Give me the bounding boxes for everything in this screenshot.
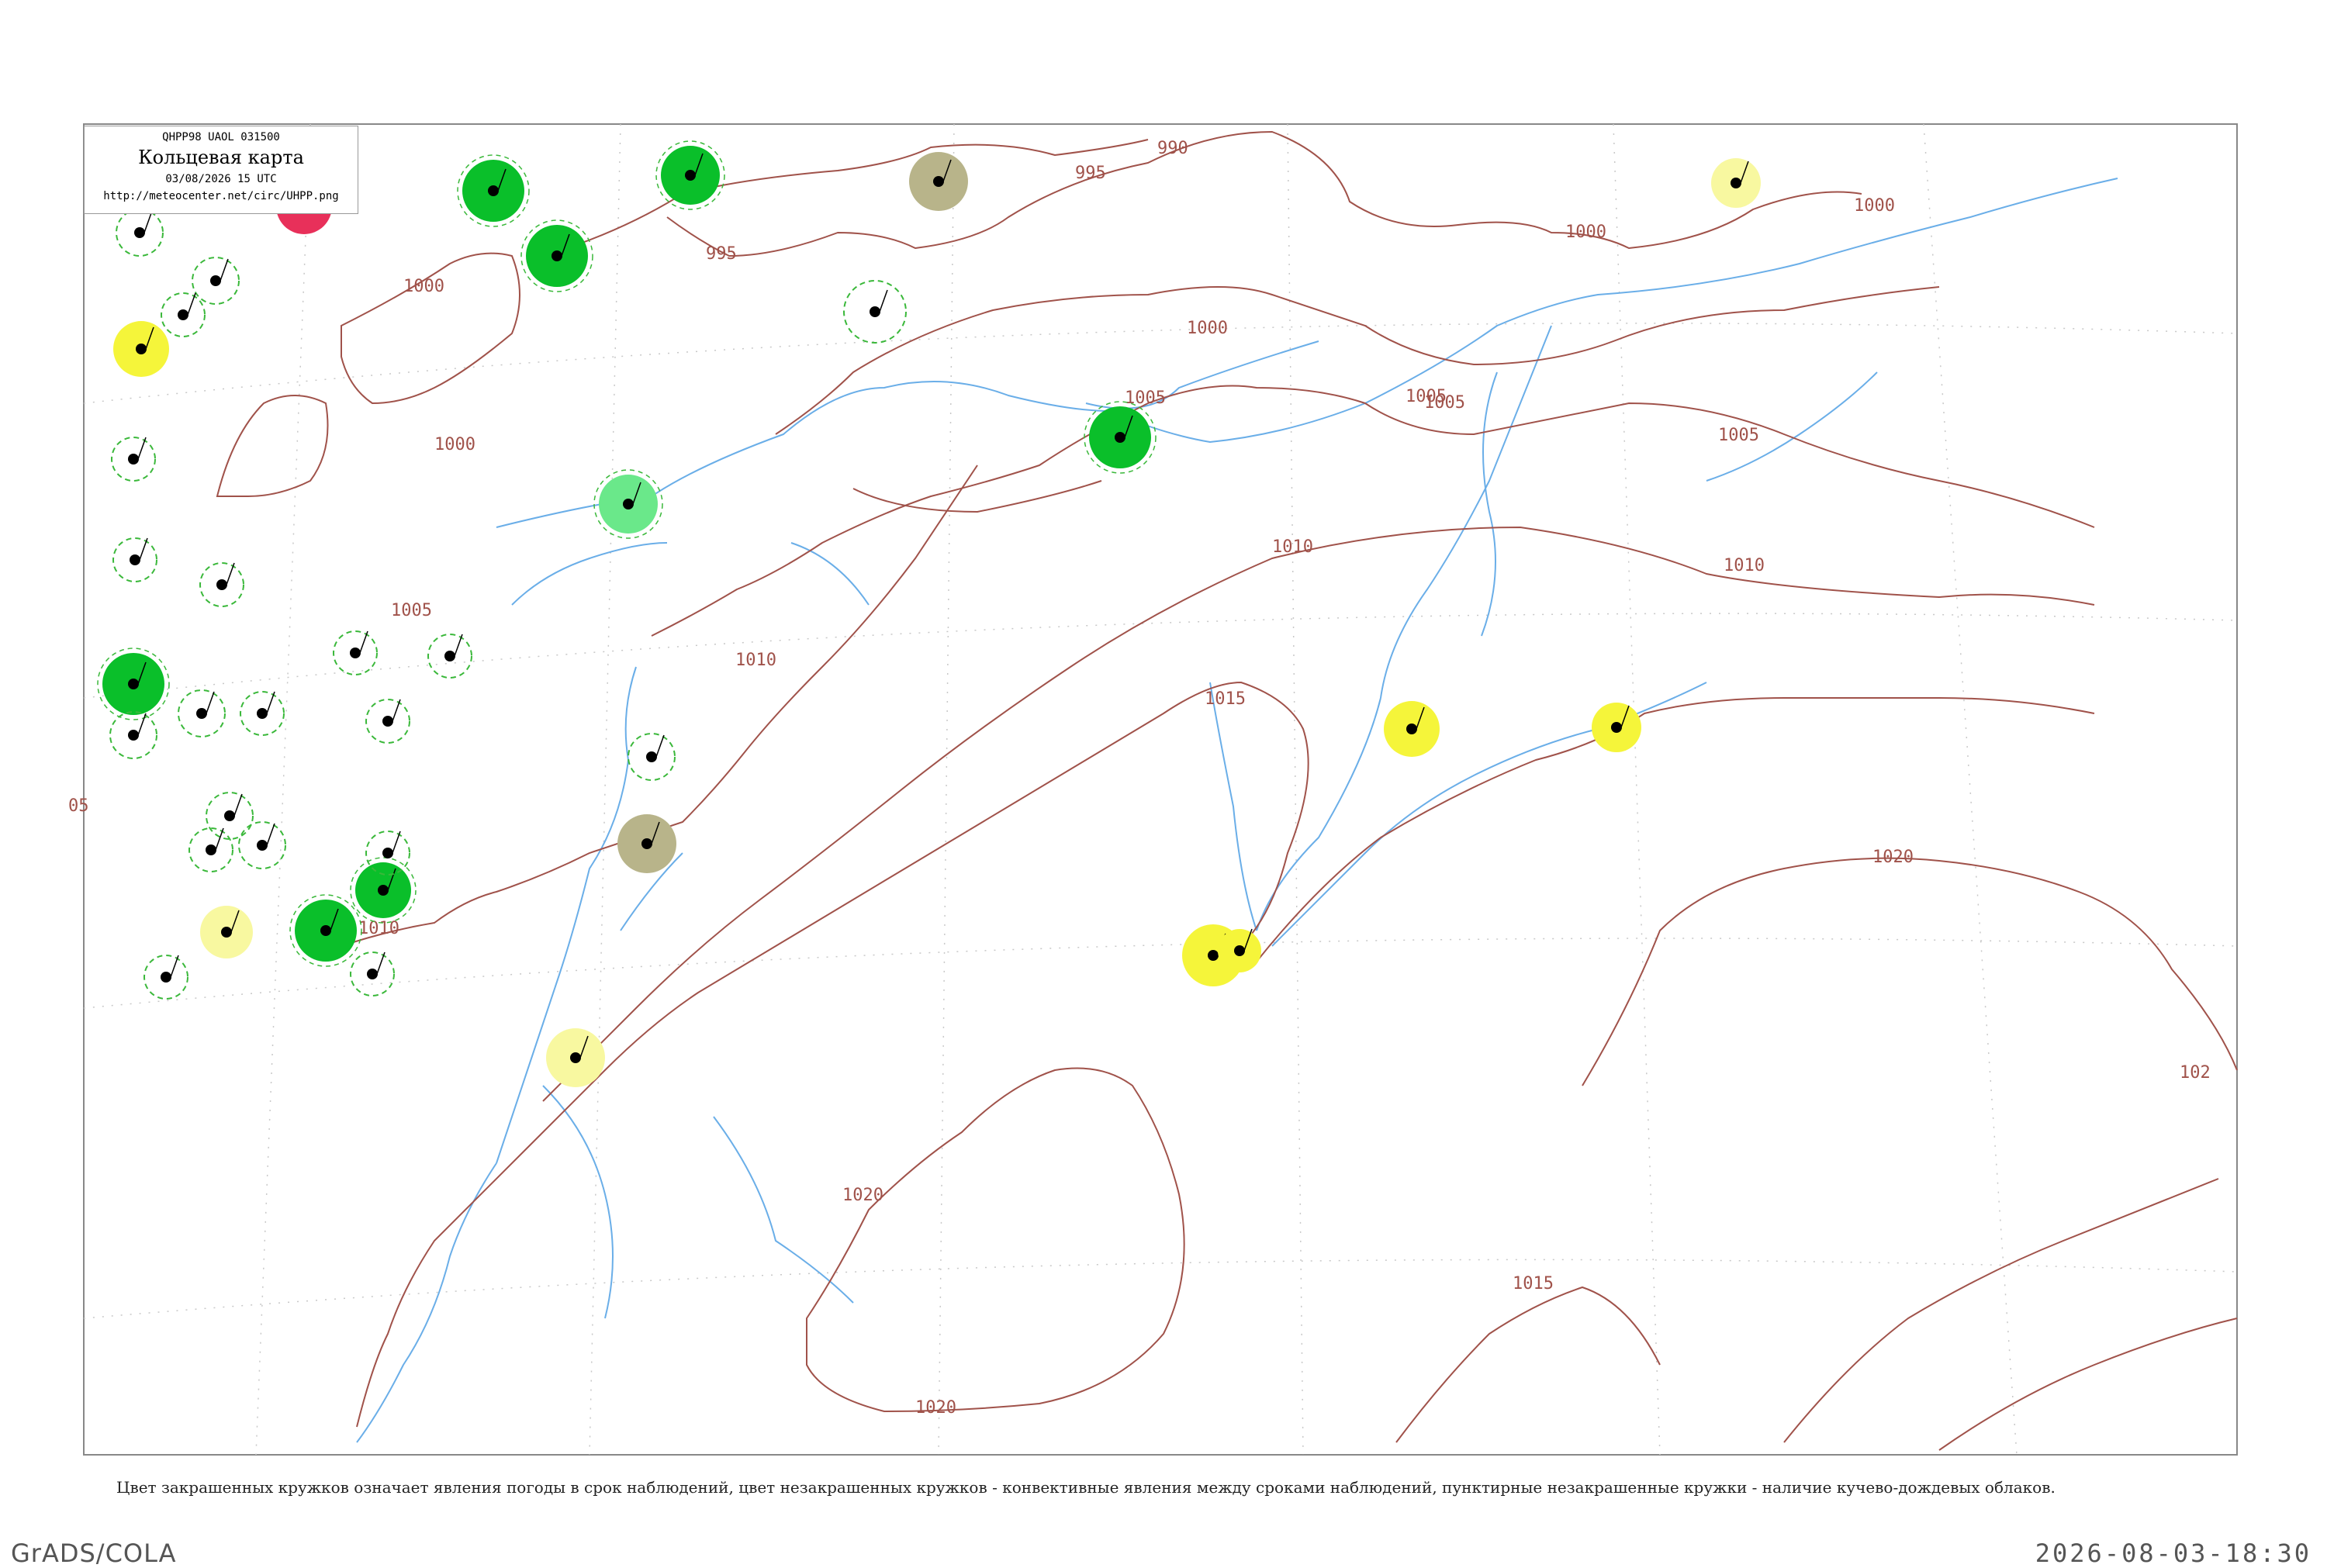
station-dot [161,972,171,983]
station-dot [382,716,393,727]
bulletin-code: QHPP98 UAOL 031500 [162,131,280,143]
isobar-label: 1015 [1513,1274,1554,1293]
isobar-label: 1010 [735,651,776,670]
isobar-label: 1000 [1854,196,1895,216]
isobar-label: 1000 [403,277,444,296]
station-dot [1406,724,1417,734]
isobar-label: 1005 [1718,426,1759,445]
isobar-label: 1000 [434,435,475,454]
isobar-label: 990 [1157,139,1188,158]
station-dot [196,708,207,719]
isobar-label: 102 [2180,1063,2211,1083]
isobar-label: 1005 [1125,389,1166,408]
map-datetime: 03/08/2026 15 UTC [165,173,277,185]
legend-caption: Цвет закрашенных кружков означает явлени… [116,1478,2056,1497]
isobar-label: 1010 [358,919,399,938]
isobar-label: 1000 [1187,319,1228,338]
station-dot [350,648,361,658]
isobar-label: 1005 [1406,387,1447,406]
render-timestamp: 2026-08-03-18:30 [2035,1539,2311,1568]
station-dot [646,751,657,762]
station-dot [382,848,393,858]
station-dot [570,1052,581,1063]
isobar-label: 05 [68,796,89,816]
station-dot [221,927,232,938]
source-url[interactable]: http://meteocenter.net/circ/UHPP.png [85,190,358,202]
station-dot [1115,432,1125,443]
isobar-label: 995 [706,244,737,264]
isobar-label: 1005 [391,601,432,620]
map-frame [83,123,2238,1456]
station-dot [210,275,221,286]
isobar-label: 1010 [1724,556,1765,575]
station-dot [128,679,139,689]
station-dot [488,185,499,196]
isobar-label: 1020 [915,1398,956,1418]
station-dot [623,499,634,509]
isobar-label: 1020 [842,1186,883,1205]
station-dot [134,227,145,238]
station-dot [870,306,880,317]
station-dot [257,840,268,851]
station-dot [1731,178,1741,188]
isobar-label: 1000 [1565,223,1606,242]
station-dot [206,844,216,855]
station-dot [685,170,696,181]
station-dot [444,651,455,661]
isobar-label: 1015 [1205,689,1246,709]
isobar-label: 995 [1075,164,1106,183]
station-dot [130,554,140,565]
station-dot [378,885,389,896]
station-dot [1611,722,1622,733]
map-title: Кольцевая карта [138,147,304,168]
isobar-label: 1020 [1872,848,1914,867]
station-dot [128,454,139,465]
software-credit: GrADS/COLA [11,1539,177,1568]
station-dot [933,176,944,187]
map-header-box: QHPP98 UAOL 031500 Кольцевая карта 03/08… [84,126,358,214]
station-dot [178,309,188,320]
station-dot [1208,950,1219,961]
station-dot [257,708,268,719]
station-dot [641,838,652,849]
station-dot [1234,945,1245,956]
station-dot [136,344,147,354]
station-dot [551,250,562,261]
isobar-label: 1010 [1272,537,1313,557]
station-dot [216,579,227,590]
station-dot [367,969,378,979]
station-dot [224,810,235,821]
synoptic-map: 990 995 995 1000 1000 1000 1000 1000 1005 1005 100… [68,123,2238,1456]
station-dot [320,925,331,936]
station-dot [128,730,139,741]
